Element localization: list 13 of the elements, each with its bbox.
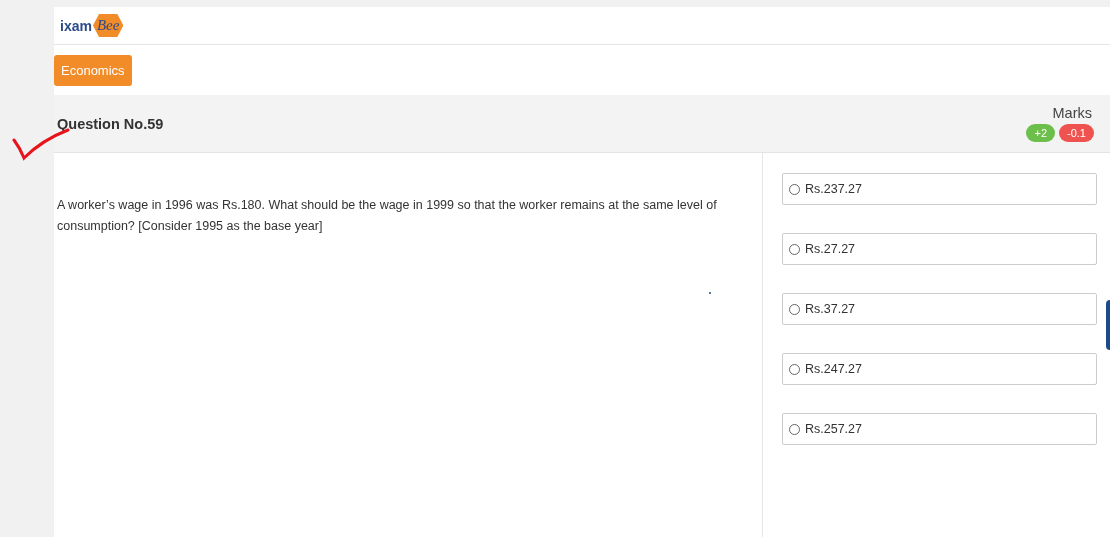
negative-marks: -0.1 <box>1059 124 1094 142</box>
side-handle[interactable] <box>1106 300 1110 350</box>
logo-text: ixam <box>60 17 92 34</box>
question-number: Question No.59 <box>57 115 164 132</box>
answer-option[interactable]: Rs.37.27 <box>782 293 1097 325</box>
marks-label: Marks <box>1052 105 1092 121</box>
answer-option[interactable]: Rs.237.27 <box>782 173 1097 205</box>
answer-option[interactable]: Rs.257.27 <box>782 413 1097 445</box>
answer-option[interactable]: Rs.247.27 <box>782 353 1097 385</box>
logo-emblem: Bee <box>92 14 124 37</box>
positive-marks: +2 <box>1026 124 1056 142</box>
question-text: A worker’s wage in 1996 was Rs.180. What should be the wage in 1999 so that the worker remains at the same level of consumption? [Consider 1995 as the base year] <box>57 197 718 235</box>
answer-option[interactable]: Rs.27.27 <box>782 233 1097 265</box>
